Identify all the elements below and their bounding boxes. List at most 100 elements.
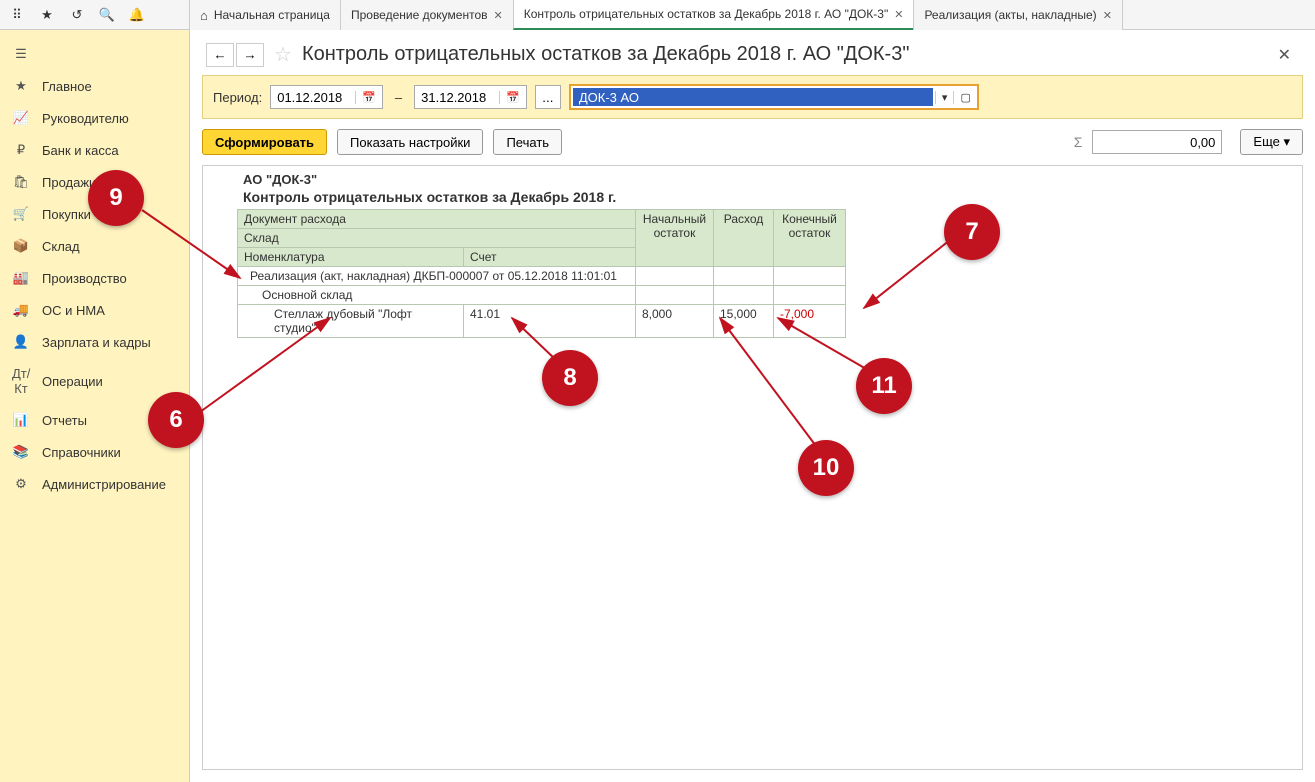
ruble-icon: ₽	[12, 142, 30, 158]
open-dialog-icon[interactable]: ▢	[953, 91, 976, 104]
annotation-marker-11: 11	[856, 358, 912, 414]
bell-icon[interactable]: 🔔	[128, 6, 146, 24]
sigma-icon: Σ	[1074, 134, 1083, 150]
period-label: Период:	[213, 90, 262, 105]
bars-icon: 📊	[12, 412, 30, 428]
sidebar-item-main[interactable]: ★ Главное	[0, 70, 189, 102]
sidebar-item-label: Производство	[42, 271, 127, 286]
sidebar-item-label: Склад	[42, 239, 80, 254]
date-from-input[interactable]	[271, 90, 355, 105]
sidebar-item-production[interactable]: 🏭 Производство	[0, 262, 189, 294]
action-row: Сформировать Показать настройки Печать Σ…	[190, 119, 1315, 165]
header-account: Счет	[464, 248, 636, 267]
page-title: Контроль отрицательных остатков за Декаб…	[302, 43, 910, 66]
sidebar-item-label: Зарплата и кадры	[42, 335, 151, 350]
favorite-icon[interactable]: ☆	[274, 42, 292, 67]
close-page-button[interactable]: ✕	[1278, 45, 1299, 65]
annotation-marker-7: 7	[944, 204, 1000, 260]
report-title: Контроль отрицательных остатков за Декаб…	[237, 187, 1302, 209]
more-button[interactable]: Еще ▾	[1240, 129, 1303, 155]
report-org: АО "ДОК-3"	[237, 172, 1302, 187]
title-row: ← → ☆ Контроль отрицательных остатков за…	[190, 30, 1315, 75]
sidebar-item-bank[interactable]: ₽ Банк и касса	[0, 134, 189, 166]
dash: –	[391, 90, 406, 105]
settings-button[interactable]: Показать настройки	[337, 129, 483, 155]
sidebar-item-label: Операции	[42, 374, 103, 389]
header-doc: Документ расхода	[238, 210, 636, 229]
sum-field[interactable]	[1092, 130, 1222, 154]
close-icon[interactable]: ✕	[1103, 9, 1112, 22]
sidebar-item-manager[interactable]: 📈Руководителю	[0, 102, 189, 134]
boxes-icon: 📦	[12, 238, 30, 254]
factory-icon: 🏭	[12, 270, 30, 286]
forward-button[interactable]: →	[236, 43, 264, 67]
annotation-marker-10: 10	[798, 440, 854, 496]
row-expense: 15,000	[714, 305, 774, 338]
row-doc[interactable]: Реализация (акт, накладная) ДКБП-000007 …	[238, 267, 636, 286]
truck-icon: 🚚	[12, 302, 30, 318]
tab-label: Проведение документов	[351, 8, 488, 22]
cart-icon: 🛒	[12, 206, 30, 222]
sidebar-item-label: Справочники	[42, 445, 121, 460]
header-end: Конечный остаток	[774, 210, 846, 267]
header-expense: Расход	[714, 210, 774, 267]
dtkt-icon: Дт/Кт	[12, 366, 30, 396]
tab-docs[interactable]: Проведение документов ✕	[340, 0, 514, 30]
star-icon: ★	[12, 78, 30, 94]
sidebar-item-label: Покупки	[42, 207, 91, 222]
row-account: 41.01	[464, 305, 636, 338]
org-input[interactable]	[573, 88, 933, 106]
sidebar-item-label: Продажи	[42, 175, 96, 190]
report-area[interactable]: АО "ДОК-3" Контроль отрицательных остатк…	[202, 165, 1303, 770]
tab-bar: ⌂ Начальная страница Проведение документ…	[190, 0, 1123, 30]
calendar-icon[interactable]: 📅	[499, 91, 526, 104]
sidebar-item-label: Руководителю	[42, 111, 129, 126]
date-to-input[interactable]	[415, 90, 499, 105]
history-icon[interactable]: ↺	[68, 6, 86, 24]
close-icon[interactable]: ✕	[494, 9, 503, 22]
menu-icon: ☰	[12, 46, 30, 62]
org-select[interactable]: ▾ ▢	[569, 84, 979, 110]
sidebar-item-label: Банк и касса	[42, 143, 119, 158]
filter-panel: Период: 📅 – 📅 ... ▾ ▢	[202, 75, 1303, 119]
row-item[interactable]: Стеллаж дубовый "Лофт студио"	[238, 305, 464, 338]
person-icon: 👤	[12, 334, 30, 350]
row-warehouse[interactable]: Основной склад	[238, 286, 636, 305]
tab-home[interactable]: ⌂ Начальная страница	[189, 0, 341, 30]
calendar-icon[interactable]: 📅	[355, 91, 382, 104]
book-icon: 📚	[12, 444, 30, 460]
run-button[interactable]: Сформировать	[202, 129, 327, 155]
tab-label: Контроль отрицательных остатков за Декаб…	[524, 7, 889, 21]
header-item: Номенклатура	[238, 248, 464, 267]
apps-icon[interactable]: ⠿	[8, 6, 26, 24]
sidebar-item-label: Администрирование	[42, 477, 166, 492]
sidebar-item-admin[interactable]: ⚙ Администрирование	[0, 468, 189, 500]
close-icon[interactable]: ✕	[894, 8, 903, 21]
dropdown-icon[interactable]: ▾	[935, 91, 954, 104]
date-to[interactable]: 📅	[414, 85, 527, 109]
sidebar-item-hr[interactable]: 👤 Зарплата и кадры	[0, 326, 189, 358]
period-picker-button[interactable]: ...	[535, 85, 561, 109]
sidebar-item-label: Отчеты	[42, 413, 87, 428]
sidebar-item-label: ОС и НМА	[42, 303, 105, 318]
print-button[interactable]: Печать	[493, 129, 562, 155]
sidebar-item-assets[interactable]: 🚚 ОС и НМА	[0, 294, 189, 326]
back-button[interactable]: ←	[206, 43, 234, 67]
date-from[interactable]: 📅	[270, 85, 383, 109]
content: ← → ☆ Контроль отрицательных остатков за…	[190, 30, 1315, 782]
search-icon[interactable]: 🔍	[98, 6, 116, 24]
tab-sales[interactable]: Реализация (акты, накладные) ✕	[913, 0, 1122, 30]
gear-icon: ⚙	[12, 476, 30, 492]
annotation-marker-9: 9	[88, 170, 144, 226]
sidebar-item-label: Главное	[42, 79, 92, 94]
menu-toggle[interactable]: ☰	[0, 38, 189, 70]
tab-label: Начальная страница	[214, 8, 330, 22]
bag-icon: 🛍	[12, 174, 30, 190]
header-begin: Начальный остаток	[636, 210, 714, 267]
star-icon[interactable]: ★	[38, 6, 56, 24]
report-table: Документ расхода Начальный остаток Расхо…	[237, 209, 846, 338]
tab-label: Реализация (акты, накладные)	[924, 8, 1096, 22]
row-end: -7,000	[774, 305, 846, 338]
sidebar-item-warehouse[interactable]: 📦 Склад	[0, 230, 189, 262]
tab-report[interactable]: Контроль отрицательных остатков за Декаб…	[513, 0, 915, 30]
